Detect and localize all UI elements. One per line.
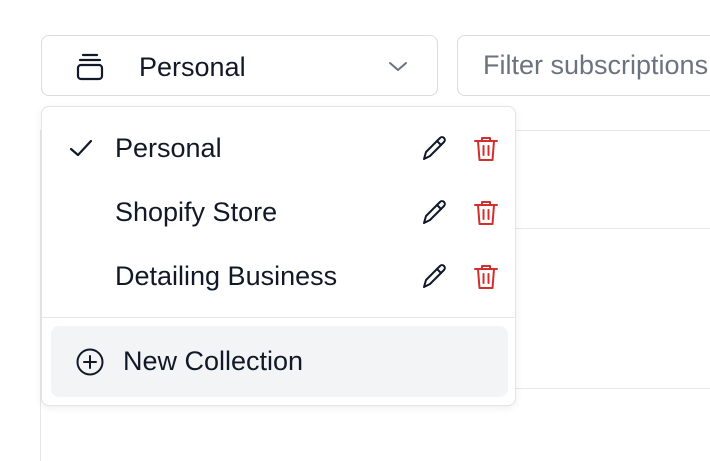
new-collection-button[interactable]: New Collection xyxy=(51,326,508,397)
pencil-icon[interactable] xyxy=(418,197,450,229)
trash-icon[interactable] xyxy=(470,133,502,165)
pencil-icon[interactable] xyxy=(418,261,450,293)
menu-item-label: Detailing Business xyxy=(115,261,338,291)
collection-dropdown-menu: Personal Shopify Store Detailing Busines… xyxy=(41,106,516,406)
filter-subscriptions-input[interactable] xyxy=(457,35,710,96)
trash-icon[interactable] xyxy=(470,261,502,293)
menu-item-detailing-business[interactable]: Detailing Business xyxy=(42,245,515,307)
plus-circle-icon xyxy=(75,347,105,377)
new-collection-label: New Collection xyxy=(123,346,304,376)
collection-selector[interactable]: Personal xyxy=(41,35,438,96)
menu-item-label: Personal xyxy=(115,133,222,163)
chevron-down-icon xyxy=(386,56,410,76)
trash-icon[interactable] xyxy=(470,197,502,229)
menu-item-personal[interactable]: Personal xyxy=(42,117,515,179)
selected-collection-label: Personal xyxy=(139,52,246,82)
menu-item-label: Shopify Store xyxy=(115,197,278,227)
checkmark-icon xyxy=(68,135,94,161)
pencil-icon[interactable] xyxy=(418,133,450,165)
menu-item-shopify-store[interactable]: Shopify Store xyxy=(42,181,515,243)
collection-stack-icon xyxy=(76,52,104,82)
menu-divider xyxy=(42,317,515,318)
